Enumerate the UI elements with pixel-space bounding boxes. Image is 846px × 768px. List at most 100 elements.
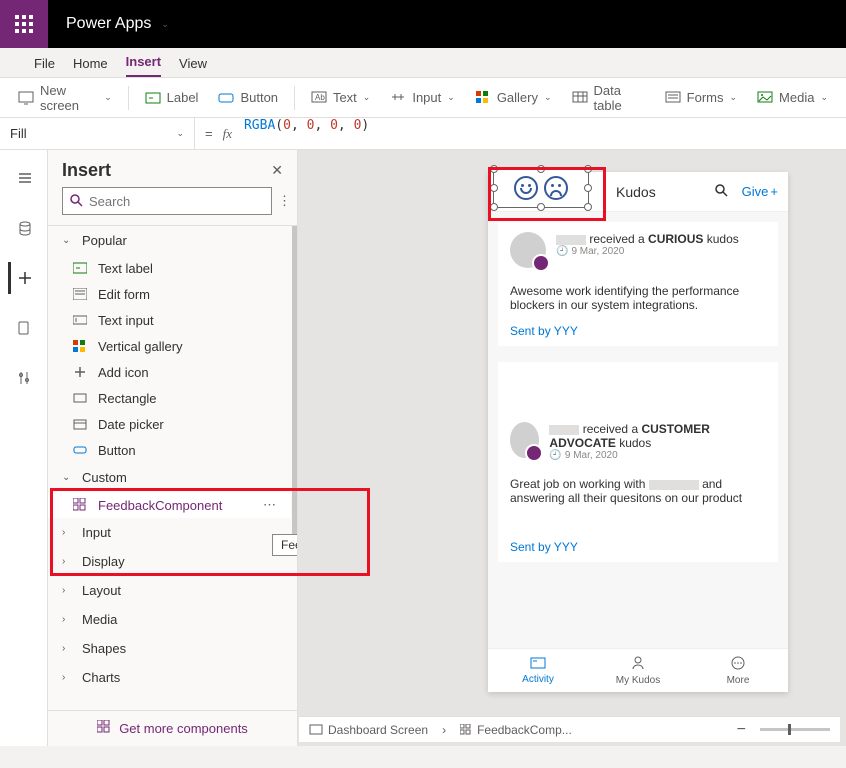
formula-bar: Fill ⌄ = fx RGBA(0, 0, 0, 0) (0, 118, 846, 150)
resize-handle[interactable] (584, 184, 592, 192)
item-vertical-gallery[interactable]: Vertical gallery (48, 333, 291, 359)
item-rectangle[interactable]: Rectangle (48, 385, 291, 411)
scrollbar-thumb[interactable] (292, 226, 297, 546)
cat-custom[interactable]: ⌄Custom (48, 463, 291, 492)
feedback-component-instance[interactable] (493, 168, 589, 208)
label-icon (145, 90, 161, 106)
person-icon (631, 656, 645, 673)
app-launcher-button[interactable] (0, 0, 48, 48)
rail-advanced[interactable] (8, 362, 40, 394)
label-label: Label (167, 90, 199, 105)
sad-face-icon (544, 176, 568, 200)
screen-icon (18, 90, 34, 106)
text-icon: Ab (311, 90, 327, 106)
breadcrumb-component[interactable]: FeedbackComp... (460, 723, 572, 737)
component-icon (72, 497, 88, 513)
card-body: Awesome work identifying the performance… (510, 284, 766, 312)
new-screen-button[interactable]: New screen ⌄ (10, 79, 120, 117)
resize-handle[interactable] (584, 165, 592, 173)
give-button[interactable]: Give + (742, 184, 778, 199)
data-table-button[interactable]: Data table (564, 79, 653, 117)
item-text-label[interactable]: Text label (48, 255, 291, 281)
input-dropdown[interactable]: Input ⌄ (382, 86, 462, 110)
avatar (510, 422, 539, 458)
close-panel-button[interactable]: ✕ (271, 162, 283, 179)
menu-insert[interactable]: Insert (126, 54, 161, 77)
fx-label: fx (223, 126, 240, 142)
rail-media[interactable] (8, 312, 40, 344)
search-icon[interactable] (714, 183, 728, 200)
cat-charts[interactable]: ›Charts (48, 663, 291, 692)
item-edit-form[interactable]: Edit form (48, 281, 291, 307)
app-name-label: Power Apps (66, 15, 151, 33)
button-icon (72, 442, 88, 458)
app-name-dropdown[interactable]: Power Apps ⌄ (48, 15, 169, 33)
panel-more-button[interactable]: ⋮ (278, 193, 291, 209)
canvas[interactable]: Kudos Give + received a CURIOUS kudos 🕘9… (298, 150, 846, 746)
resize-handle[interactable] (584, 203, 592, 211)
nav-activity[interactable]: Activity (488, 649, 588, 692)
kudos-card[interactable]: received a CUSTOMER ADVOCATE kudos 🕘9 Ma… (498, 362, 778, 562)
card-sender[interactable]: Sent by YYY (510, 540, 766, 554)
search-input[interactable] (89, 194, 265, 209)
get-more-components-button[interactable]: Get more components (48, 710, 297, 746)
insert-tree: ⌄Popular Text label Edit form Text input… (48, 225, 297, 710)
happy-face-icon (514, 176, 538, 200)
tree-item-tooltip: FeedbackComponent (272, 534, 297, 556)
chevron-down-icon: ⌄ (820, 92, 828, 103)
phone-bottom-nav: Activity My Kudos More (488, 648, 788, 692)
media-dropdown[interactable]: Media ⌄ (749, 86, 836, 110)
menu-file[interactable]: File (34, 56, 55, 77)
item-button[interactable]: Button (48, 437, 291, 463)
resize-handle[interactable] (537, 203, 545, 211)
label-button[interactable]: Label (137, 86, 207, 110)
button-button[interactable]: Button (210, 86, 286, 110)
gallery-icon (72, 338, 88, 354)
kudos-card[interactable]: received a CURIOUS kudos 🕘9 Mar, 2020 Aw… (498, 222, 778, 346)
item-more-button[interactable]: ⋯ (263, 497, 277, 513)
zoom-out-button[interactable]: − (737, 721, 746, 739)
rail-tree-view[interactable] (8, 162, 40, 194)
item-add-icon[interactable]: Add icon (48, 359, 291, 385)
cat-media[interactable]: ›Media (48, 605, 291, 634)
property-dropdown[interactable]: Fill ⌄ (0, 118, 195, 150)
rail-data-sources[interactable] (8, 212, 40, 244)
waffle-icon (15, 15, 33, 33)
cat-layout[interactable]: ›Layout (48, 576, 291, 605)
resize-handle[interactable] (537, 165, 545, 173)
gallery-dropdown[interactable]: Gallery ⌄ (467, 86, 560, 110)
component-icon (97, 720, 111, 737)
text-label: Text (333, 90, 357, 105)
chevron-down-icon: ⌄ (447, 92, 455, 103)
title-bar: Power Apps ⌄ (0, 0, 846, 48)
activity-icon (530, 657, 546, 672)
item-text-input[interactable]: Text input (48, 307, 291, 333)
item-feedbackcomponent[interactable]: FeedbackComponent ⋯ (48, 492, 291, 518)
status-bar: Dashboard Screen › FeedbackComp... − (299, 716, 840, 742)
nav-my-kudos[interactable]: My Kudos (588, 649, 688, 692)
cat-popular[interactable]: ⌄Popular (48, 226, 291, 255)
resize-handle[interactable] (490, 203, 498, 211)
search-box[interactable] (62, 187, 272, 215)
card-sender[interactable]: Sent by YYY (510, 324, 766, 338)
text-dropdown[interactable]: Ab Text ⌄ (303, 86, 378, 110)
menu-bar: File Home Insert View (0, 48, 846, 78)
cat-input[interactable]: ›Input (48, 518, 291, 547)
menu-home[interactable]: Home (73, 56, 108, 77)
cat-display[interactable]: ›Display (48, 547, 291, 576)
input-icon (390, 90, 406, 106)
breadcrumb-screen[interactable]: Dashboard Screen (309, 723, 428, 737)
cat-shapes[interactable]: ›Shapes (48, 634, 291, 663)
forms-dropdown[interactable]: Forms ⌄ (657, 86, 745, 110)
rail-insert[interactable] (8, 262, 40, 294)
menu-view[interactable]: View (179, 56, 207, 77)
forms-label: Forms (687, 90, 724, 105)
resize-handle[interactable] (490, 165, 498, 173)
nav-more[interactable]: More (688, 649, 788, 692)
header-title: Kudos (616, 184, 656, 200)
input-label: Input (412, 90, 441, 105)
item-date-picker[interactable]: Date picker (48, 411, 291, 437)
zoom-slider[interactable] (760, 728, 830, 731)
resize-handle[interactable] (490, 184, 498, 192)
formula-input[interactable]: RGBA(0, 0, 0, 0) (240, 118, 846, 149)
